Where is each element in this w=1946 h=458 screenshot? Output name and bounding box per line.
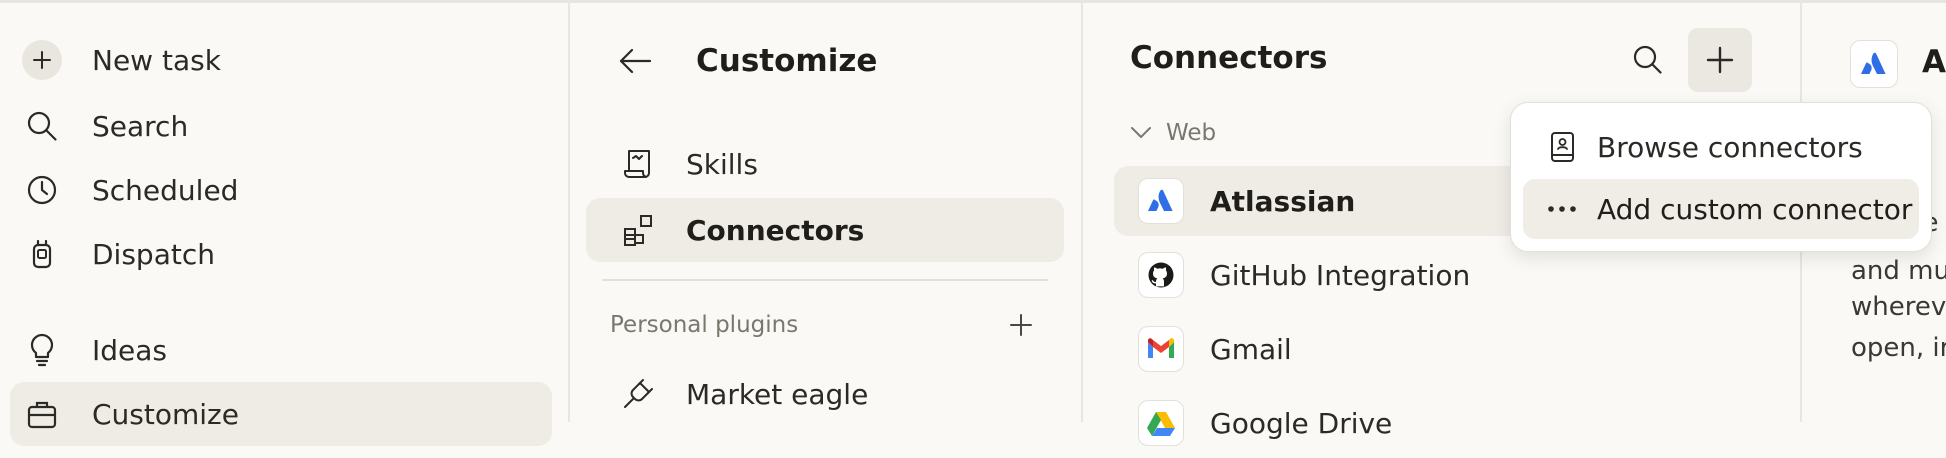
plus-icon: [1705, 45, 1735, 75]
menu-item-browse-connectors[interactable]: Browse connectors: [1523, 117, 1919, 177]
add-connector-button[interactable]: [1688, 28, 1752, 92]
sidebar-item-new-task[interactable]: New task: [10, 28, 552, 92]
book-icon: [1547, 132, 1577, 162]
sidebar-divider: [568, 0, 570, 422]
more-dots-icon: [1547, 194, 1577, 224]
atlassian-logo-icon: [1850, 40, 1898, 88]
sidebar-item-customize[interactable]: Customize: [10, 382, 552, 446]
dispatch-icon: [20, 232, 64, 276]
plugin-item-label: Market eagle: [686, 377, 869, 411]
personal-plugins-header: Personal plugins: [610, 307, 1036, 343]
connector-item-gmail[interactable]: Gmail: [1114, 314, 1534, 384]
search-icon: [1631, 43, 1665, 77]
personal-plugins-label: Personal plugins: [610, 312, 799, 338]
detail-description-line: wherev: [1851, 292, 1946, 322]
search-icon: [20, 104, 64, 148]
add-connector-menu: Browse connectors Add custom connector: [1510, 102, 1932, 252]
plug-icon: [620, 376, 656, 412]
connectors-icon: [620, 212, 656, 248]
web-section-label: Web: [1166, 120, 1217, 146]
github-logo-icon: [1138, 252, 1184, 298]
connector-item-github[interactable]: GitHub Integration: [1114, 240, 1534, 310]
atlassian-logo-icon: [1138, 178, 1184, 224]
google-drive-logo-icon: [1138, 400, 1184, 446]
sidebar-item-search[interactable]: Search: [10, 94, 552, 158]
web-section-toggle[interactable]: Web: [1130, 116, 1216, 150]
page-title: Customize: [696, 43, 878, 79]
sidebar-item-label: Scheduled: [92, 173, 239, 207]
gmail-logo-icon: [1138, 326, 1184, 372]
customize-divider: [1081, 0, 1083, 422]
window-top-border: [0, 0, 1946, 3]
detail-title: A: [1922, 44, 1946, 80]
sidebar-item-label: Search: [92, 109, 189, 143]
scroll-icon: [620, 146, 656, 182]
add-plugin-icon[interactable]: [1006, 310, 1036, 340]
sidebar-item-label: Customize: [92, 397, 239, 431]
detail-description-line: and mu: [1851, 256, 1946, 286]
chevron-down-icon: [1130, 122, 1152, 144]
sidebar-item-dispatch[interactable]: Dispatch: [10, 222, 552, 286]
connector-item-atlassian[interactable]: Atlassian: [1114, 166, 1534, 236]
back-arrow-icon[interactable]: [614, 40, 656, 82]
menu-item-label: Browse connectors: [1597, 130, 1863, 164]
plus-icon: [22, 40, 62, 80]
connector-item-label: GitHub Integration: [1210, 258, 1471, 292]
detail-description-line: open, ir: [1851, 333, 1946, 363]
connector-item-label: Atlassian: [1210, 184, 1356, 218]
lightbulb-icon: [20, 328, 64, 372]
sidebar-item-label: New task: [92, 43, 221, 77]
clock-icon: [20, 168, 64, 212]
section-divider: [602, 279, 1048, 281]
customize-item-label: Skills: [686, 147, 758, 181]
connector-item-label: Google Drive: [1210, 406, 1393, 440]
customize-header: Customize: [614, 36, 877, 86]
connector-item-label: Gmail: [1210, 332, 1292, 366]
sidebar-item-scheduled[interactable]: Scheduled: [10, 158, 552, 222]
menu-item-label: Add custom connector: [1597, 192, 1913, 226]
customize-item-label: Connectors: [686, 213, 865, 247]
sidebar-item-ideas[interactable]: Ideas: [10, 318, 552, 382]
connectors-title: Connectors: [1130, 40, 1328, 76]
menu-item-add-custom-connector[interactable]: Add custom connector: [1523, 179, 1919, 239]
customize-item-connectors[interactable]: Connectors: [586, 198, 1064, 262]
search-connectors-button[interactable]: [1622, 30, 1674, 90]
plugin-item-market-eagle[interactable]: Market eagle: [586, 362, 1064, 426]
customize-item-skills[interactable]: Skills: [586, 132, 1064, 196]
connector-item-google-drive[interactable]: Google Drive: [1114, 388, 1534, 458]
sidebar-item-label: Ideas: [92, 333, 168, 367]
sidebar-item-label: Dispatch: [92, 237, 215, 271]
briefcase-icon: [20, 392, 64, 436]
